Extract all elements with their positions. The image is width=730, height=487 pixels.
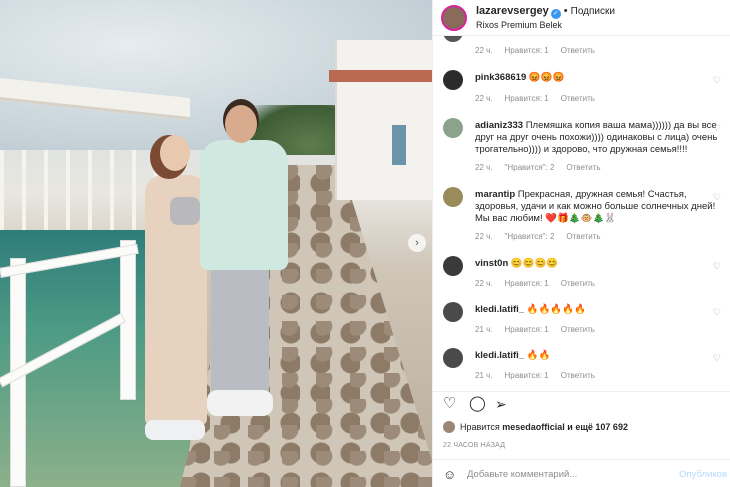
comment-bubble-icon[interactable]: ◯ bbox=[469, 396, 486, 412]
post-sidebar: lazarevsergey ✓ • Подписки Rixos Premium Be… bbox=[432, 0, 730, 487]
comment-likes[interactable]: "Нравится": 2 bbox=[505, 232, 555, 241]
comment-time: 22 ч. bbox=[475, 279, 493, 288]
comment-username[interactable]: kledi.latifi_ bbox=[475, 350, 524, 361]
comment-avatar[interactable] bbox=[443, 36, 463, 42]
comment-username[interactable]: marantip bbox=[475, 189, 515, 200]
post-location[interactable]: Rixos Premium Belek bbox=[476, 19, 615, 32]
comment-reply-button[interactable]: Ответить bbox=[561, 94, 595, 103]
comment-username[interactable]: adianiz333 bbox=[475, 120, 523, 131]
comment-username[interactable]: kledi.latifi_ bbox=[475, 304, 524, 315]
woman-head bbox=[160, 135, 190, 171]
like-heart-icon[interactable]: ♡ bbox=[443, 396, 456, 412]
comments-list[interactable]: 22 ч. Нравится: 1 Ответить pink368619 😡😡😡 … bbox=[433, 36, 730, 391]
comment-reply-button[interactable]: Ответить bbox=[561, 325, 595, 334]
comment-like-icon[interactable]: ♡ bbox=[713, 75, 721, 86]
comment-likes[interactable]: "Нравится": 2 bbox=[505, 163, 555, 172]
comment-body: kledi.latifi_ 🔥🔥🔥🔥🔥 bbox=[475, 304, 729, 316]
comment-time: 22 ч. bbox=[475, 46, 493, 55]
comment-like-icon[interactable]: ♡ bbox=[713, 307, 721, 318]
man-head bbox=[225, 105, 257, 143]
publish-button[interactable]: Опубликов bbox=[679, 469, 727, 480]
comment-avatar[interactable] bbox=[443, 187, 463, 207]
comment-footer: 22 ч. Нравится: 1 Ответить bbox=[475, 94, 607, 103]
post-actions: ♡ ◯ ➢ bbox=[433, 391, 730, 415]
likes-summary: Нравится mesedaofficial и ещё 107 692 bbox=[443, 421, 628, 433]
comment-likes[interactable]: Нравится: 1 bbox=[505, 46, 549, 55]
comment-likes[interactable]: Нравится: 1 bbox=[505, 325, 549, 334]
comment-text: 😡😡😡 bbox=[528, 72, 565, 83]
photo-man bbox=[195, 105, 290, 425]
comment-reply-button[interactable]: Ответить bbox=[561, 46, 595, 55]
comment-body: vinst0n 😊😊😊😊 bbox=[475, 258, 729, 270]
liker-username[interactable]: mesedaofficial bbox=[502, 422, 565, 432]
comment-like-icon[interactable]: ♡ bbox=[713, 261, 721, 272]
comment-footer: 22 ч. "Нравится": 2 Ответить bbox=[475, 163, 613, 172]
add-comment-bar: ☺ Опубликов bbox=[433, 459, 730, 487]
likes-prefix: Нравится bbox=[460, 422, 500, 432]
likes-count[interactable]: и ещё 107 692 bbox=[567, 422, 628, 432]
comment-body: kledi.latifi_ 🔥🔥 bbox=[475, 350, 729, 362]
comment-avatar[interactable] bbox=[443, 70, 463, 90]
comment-like-icon[interactable]: ♡ bbox=[713, 353, 721, 364]
man-shoes bbox=[207, 390, 273, 416]
comment-reply-button[interactable]: Ответить bbox=[561, 371, 595, 380]
comment-avatar[interactable] bbox=[443, 256, 463, 276]
liker-avatar[interactable] bbox=[443, 421, 455, 433]
comment-footer: 22 ч. Нравится: 1 Ответить bbox=[475, 46, 607, 55]
verified-badge-icon: ✓ bbox=[550, 9, 561, 19]
comment-body: adianiz333 Племяшка копия ваша мама)))))… bbox=[475, 120, 729, 156]
comment-avatar[interactable] bbox=[443, 118, 463, 138]
comment-text: 🔥🔥 bbox=[526, 350, 551, 361]
comment-body: marantip Прекрасная, дружная семья! Счас… bbox=[475, 189, 729, 225]
comment-reply-button[interactable]: Ответить bbox=[566, 163, 600, 172]
author-username[interactable]: lazarevsergey bbox=[476, 5, 549, 17]
post-photo: › bbox=[0, 0, 432, 487]
separator-dot: • bbox=[563, 5, 568, 17]
comment-time: 21 ч. bbox=[475, 325, 493, 334]
comment-text: 😊😊😊😊 bbox=[510, 258, 559, 269]
share-send-icon[interactable]: ➢ bbox=[495, 396, 507, 412]
comment-avatar[interactable] bbox=[443, 302, 463, 322]
man-hoodie bbox=[200, 140, 288, 270]
comment-footer: 22 ч. "Нравится": 2 Ответить bbox=[475, 232, 613, 241]
emoji-smile-icon[interactable]: ☺ bbox=[443, 467, 456, 482]
comment-footer: 22 ч. Нравится: 1 Ответить bbox=[475, 279, 607, 288]
photo-building-roof bbox=[329, 70, 432, 82]
photo-pier-railing bbox=[0, 150, 160, 230]
photo-building bbox=[329, 40, 432, 200]
comment-reply-button[interactable]: Ответить bbox=[561, 279, 595, 288]
post-header: lazarevsergey ✓ • Подписки Rixos Premium Be… bbox=[433, 0, 730, 36]
carousel-next-icon[interactable]: › bbox=[408, 234, 426, 252]
comment-username[interactable]: vinst0n bbox=[475, 258, 508, 269]
comment-avatar[interactable] bbox=[443, 348, 463, 368]
comment-likes[interactable]: Нравится: 1 bbox=[505, 279, 549, 288]
comment-likes[interactable]: Нравится: 1 bbox=[505, 94, 549, 103]
comment-likes[interactable]: Нравится: 1 bbox=[505, 371, 549, 380]
comment-footer: 21 ч. Нравится: 1 Ответить bbox=[475, 371, 607, 380]
comment-like-icon[interactable]: ♡ bbox=[713, 123, 721, 134]
photo-building-door bbox=[392, 125, 406, 165]
comment-footer: 21 ч. Нравится: 1 Ответить bbox=[475, 325, 607, 334]
follow-button[interactable]: Подписки bbox=[571, 6, 615, 17]
comment-time: 22 ч. bbox=[475, 232, 493, 241]
comment-time: 22 ч. bbox=[475, 163, 493, 172]
comment-input[interactable] bbox=[467, 466, 667, 482]
comment-time: 21 ч. bbox=[475, 371, 493, 380]
post-timestamp: 22 ЧАСОВ НАЗАД bbox=[443, 442, 506, 449]
comment-text: 🔥🔥🔥🔥🔥 bbox=[526, 304, 586, 315]
author-meta: lazarevsergey ✓ • Подписки Rixos Premium Be… bbox=[476, 3, 615, 32]
man-pants bbox=[211, 265, 269, 395]
author-avatar[interactable] bbox=[441, 4, 467, 31]
comment-username[interactable]: pink368619 bbox=[475, 72, 526, 83]
comment-reply-button[interactable]: Ответить bbox=[566, 232, 600, 241]
photo-white-fence bbox=[0, 240, 150, 487]
comment-body: pink368619 😡😡😡 bbox=[475, 72, 729, 84]
comment-time: 22 ч. bbox=[475, 94, 493, 103]
comment-like-icon[interactable]: ♡ bbox=[713, 192, 721, 203]
